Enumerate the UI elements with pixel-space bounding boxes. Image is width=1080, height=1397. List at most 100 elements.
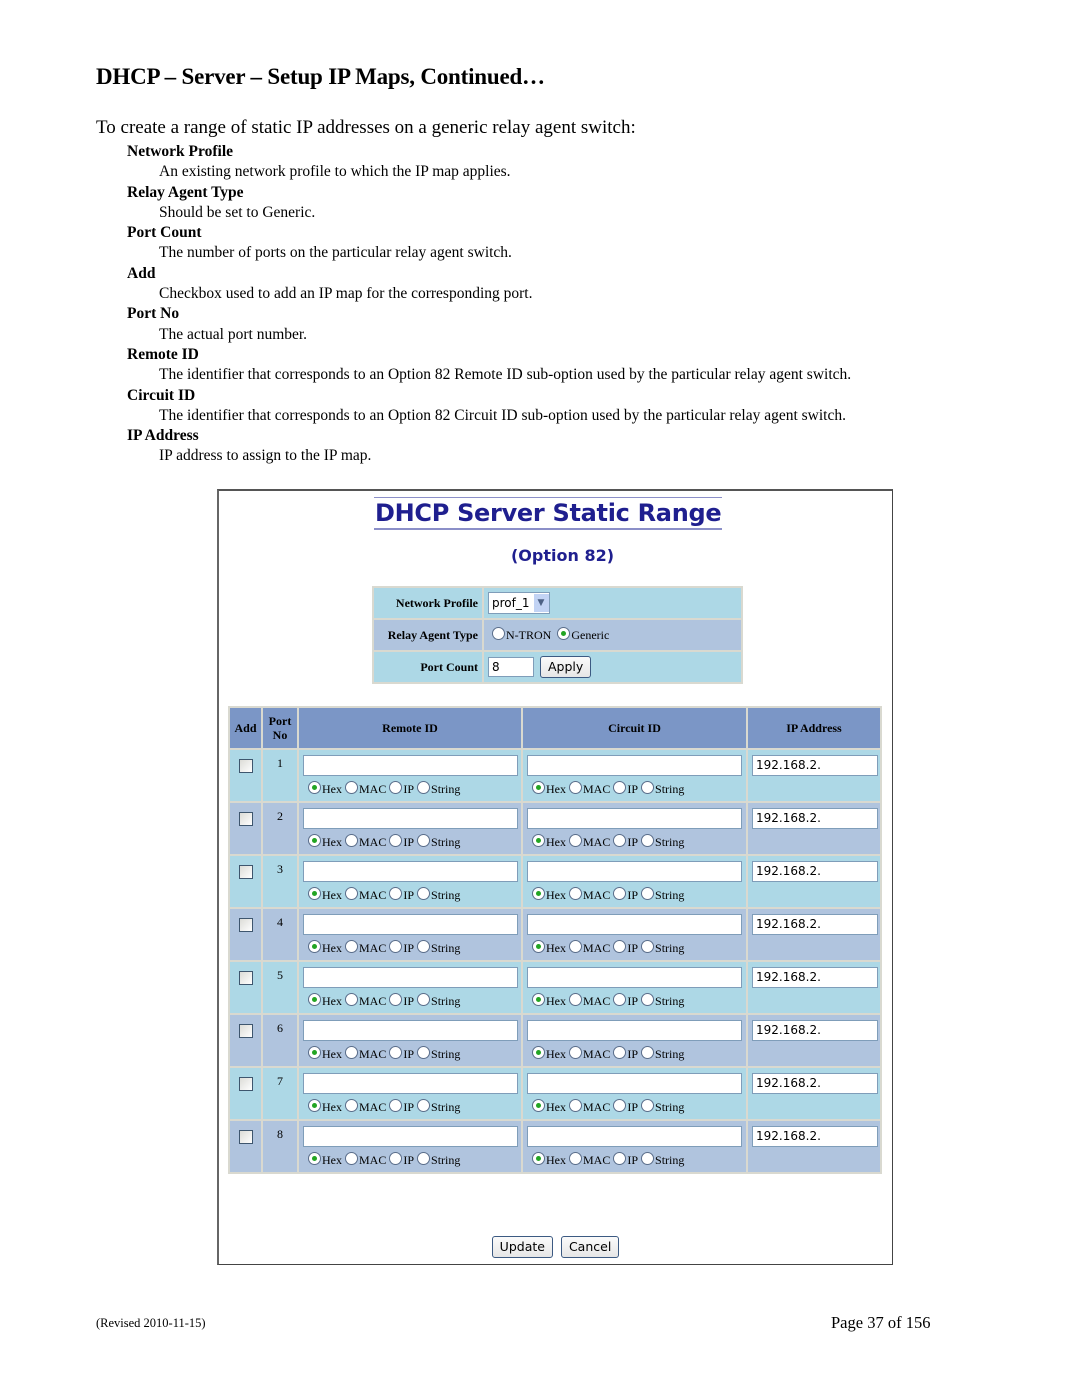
circuit-id-format-option[interactable]: IP (613, 1045, 641, 1062)
circuit-id-input[interactable] (527, 1020, 742, 1041)
circuit-id-format-option[interactable]: String (641, 886, 687, 903)
remote-id-format-radio[interactable] (389, 993, 403, 1006)
circuit-id-format-option[interactable]: String (641, 833, 687, 850)
update-button[interactable]: Update (491, 1236, 553, 1258)
circuit-id-format-radio[interactable] (641, 834, 655, 847)
circuit-id-format-radio[interactable] (613, 834, 627, 847)
relay-option-ntron[interactable]: N-TRON (492, 627, 554, 642)
circuit-id-format-radio[interactable] (613, 1046, 627, 1059)
circuit-id-format-option[interactable]: String (641, 939, 687, 956)
circuit-id-input[interactable] (527, 1073, 742, 1094)
circuit-id-format-radio[interactable] (532, 993, 545, 1006)
circuit-id-format-radio[interactable] (532, 1152, 545, 1165)
remote-id-format-option[interactable]: IP (389, 886, 417, 903)
circuit-id-format-radio[interactable] (641, 887, 655, 900)
circuit-id-format-radio[interactable] (613, 1152, 627, 1165)
circuit-id-format-radio[interactable] (532, 940, 545, 953)
remote-id-format-option[interactable]: MAC (345, 1098, 389, 1115)
circuit-id-format-radio[interactable] (569, 993, 582, 1006)
remote-id-format-option[interactable]: Hex (308, 1098, 345, 1115)
remote-id-format-radio[interactable] (417, 993, 431, 1006)
remote-id-format-option[interactable]: MAC (345, 939, 389, 956)
circuit-id-format-option[interactable]: MAC (569, 992, 613, 1009)
remote-id-format-option[interactable]: Hex (308, 1151, 345, 1168)
circuit-id-format-radio[interactable] (641, 993, 655, 1006)
remote-id-format-radio[interactable] (345, 1099, 358, 1112)
remote-id-format-radio[interactable] (389, 781, 403, 794)
remote-id-format-option[interactable]: MAC (345, 886, 389, 903)
remote-id-format-option[interactable]: MAC (345, 833, 389, 850)
remote-id-format-option[interactable]: String (417, 1151, 463, 1168)
circuit-id-format-option[interactable]: IP (613, 939, 641, 956)
ip-address-input[interactable]: 192.168.2. (752, 1126, 878, 1147)
circuit-id-input[interactable] (527, 861, 742, 882)
circuit-id-format-option[interactable]: MAC (569, 833, 613, 850)
apply-button[interactable]: Apply (540, 656, 592, 678)
remote-id-format-radio[interactable] (417, 1099, 431, 1112)
remote-id-format-option[interactable]: String (417, 1098, 463, 1115)
remote-id-format-option[interactable]: String (417, 992, 463, 1009)
remote-id-input[interactable] (303, 861, 518, 882)
circuit-id-format-radio[interactable] (641, 1046, 655, 1059)
circuit-id-format-option[interactable]: String (641, 1098, 687, 1115)
circuit-id-format-radio[interactable] (569, 1046, 582, 1059)
remote-id-format-radio[interactable] (308, 1152, 321, 1165)
circuit-id-format-option[interactable]: MAC (569, 886, 613, 903)
circuit-id-format-radio[interactable] (613, 993, 627, 1006)
circuit-id-format-radio[interactable] (613, 781, 627, 794)
remote-id-format-radio[interactable] (308, 940, 321, 953)
remote-id-format-radio[interactable] (389, 1152, 403, 1165)
relay-option-generic[interactable]: Generic (557, 627, 612, 642)
chevron-down-icon[interactable]: ▼ (533, 594, 549, 612)
remote-id-format-option[interactable]: String (417, 939, 463, 956)
remote-id-format-option[interactable]: MAC (345, 780, 389, 797)
ip-address-input[interactable]: 192.168.2. (752, 967, 878, 988)
add-checkbox[interactable] (238, 1130, 253, 1144)
circuit-id-format-option[interactable]: Hex (532, 939, 569, 956)
circuit-id-format-option[interactable]: String (641, 992, 687, 1009)
circuit-id-format-radio[interactable] (641, 781, 655, 794)
remote-id-format-option[interactable]: Hex (308, 886, 345, 903)
remote-id-format-option[interactable]: Hex (308, 780, 345, 797)
remote-id-format-option[interactable]: Hex (308, 1045, 345, 1062)
circuit-id-format-option[interactable]: Hex (532, 992, 569, 1009)
remote-id-input[interactable] (303, 1073, 518, 1094)
remote-id-format-option[interactable]: IP (389, 939, 417, 956)
add-checkbox[interactable] (238, 759, 253, 773)
circuit-id-input[interactable] (527, 914, 742, 935)
remote-id-format-radio[interactable] (308, 887, 321, 900)
add-checkbox[interactable] (238, 865, 253, 879)
ip-address-input[interactable]: 192.168.2. (752, 1073, 878, 1094)
remote-id-format-radio[interactable] (308, 993, 321, 1006)
circuit-id-format-option[interactable]: IP (613, 992, 641, 1009)
remote-id-format-option[interactable]: IP (389, 1045, 417, 1062)
remote-id-input[interactable] (303, 967, 518, 988)
remote-id-format-option[interactable]: Hex (308, 939, 345, 956)
add-checkbox[interactable] (238, 812, 253, 826)
circuit-id-format-radio[interactable] (641, 940, 655, 953)
port-count-input[interactable]: 8 (488, 657, 534, 677)
circuit-id-format-radio[interactable] (532, 1099, 545, 1112)
circuit-id-format-option[interactable]: MAC (569, 1151, 613, 1168)
circuit-id-format-option[interactable]: MAC (569, 780, 613, 797)
remote-id-format-radio[interactable] (389, 834, 403, 847)
remote-id-format-option[interactable]: IP (389, 780, 417, 797)
add-checkbox[interactable] (238, 1024, 253, 1038)
circuit-id-input[interactable] (527, 755, 742, 776)
remote-id-format-option[interactable]: Hex (308, 833, 345, 850)
remote-id-format-option[interactable]: String (417, 833, 463, 850)
remote-id-format-radio[interactable] (308, 781, 321, 794)
remote-id-format-radio[interactable] (417, 940, 431, 953)
remote-id-format-radio[interactable] (308, 834, 321, 847)
circuit-id-format-radio[interactable] (613, 1099, 627, 1112)
radio-generic[interactable] (557, 627, 571, 640)
circuit-id-format-option[interactable]: Hex (532, 833, 569, 850)
circuit-id-format-radio[interactable] (532, 781, 545, 794)
circuit-id-format-option[interactable]: Hex (532, 886, 569, 903)
circuit-id-format-radio[interactable] (532, 887, 545, 900)
remote-id-format-radio[interactable] (345, 1046, 358, 1059)
remote-id-format-radio[interactable] (345, 940, 358, 953)
remote-id-format-radio[interactable] (417, 887, 431, 900)
circuit-id-format-option[interactable]: IP (613, 833, 641, 850)
remote-id-format-option[interactable]: IP (389, 1098, 417, 1115)
